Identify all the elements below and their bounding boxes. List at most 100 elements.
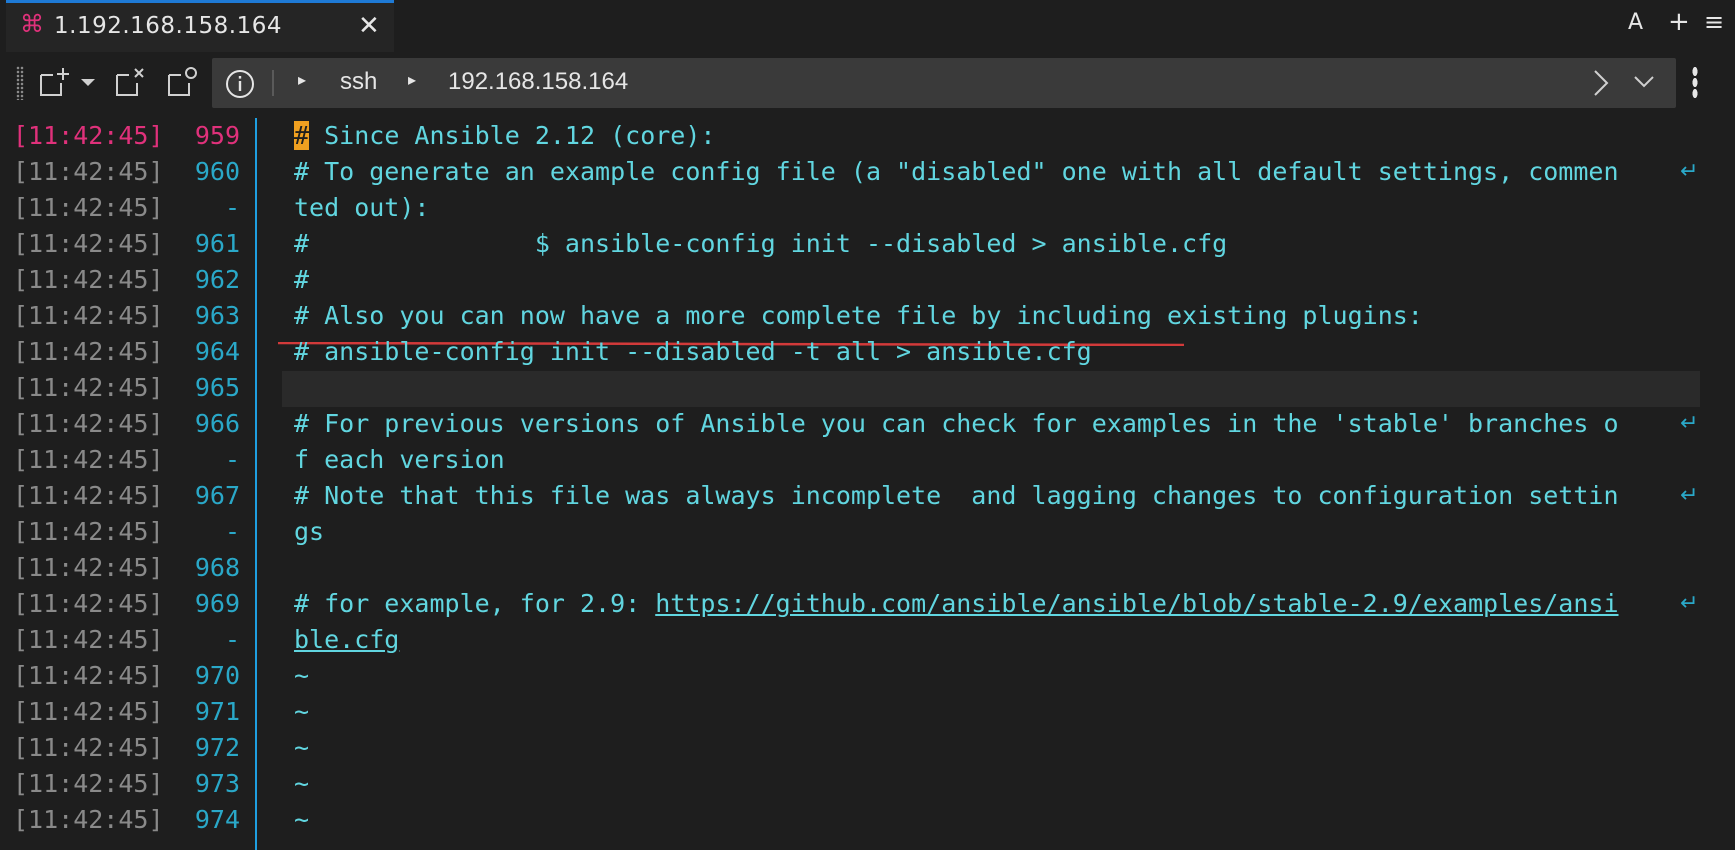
line-text: # Note that this file was always incompl… — [294, 478, 1619, 514]
terminal-output[interactable]: [11:42:45] 959 # Since Ansible 2.12 (core)… — [0, 118, 1735, 850]
terminal-line: [11:42:45] - f each version — [0, 442, 1735, 478]
address-bar[interactable]: ▸ ssh ▸ 192.168.158.164 — [212, 58, 1676, 108]
breadcrumb-arrow-icon: ▸ — [298, 70, 307, 89]
line-text: # For previous versions of Ansible you c… — [294, 406, 1619, 442]
terminal-line: [11:42:45] - ted out): — [0, 190, 1735, 226]
line-content: ~ — [294, 805, 310, 834]
timestamp: [11:42:45] — [13, 409, 164, 438]
tab-bar: ⌘ 1.192.168.158.164 ✕ A + ≡ — [0, 0, 1735, 52]
timestamp: [11:42:45] — [13, 517, 164, 546]
chevron-down-icon[interactable] — [1632, 72, 1656, 92]
terminal-line: [11:42:45] 959 # Since Ansible 2.12 (core)… — [0, 118, 1735, 154]
line-text: # Also you can now have a more complete … — [294, 298, 1423, 334]
terminal-cursor: # — [294, 121, 310, 150]
line-text: ~ — [294, 658, 309, 694]
line-number: 960 — [194, 157, 240, 186]
url-link[interactable]: ble.cfg — [294, 625, 399, 654]
line-text: ted out): — [294, 190, 429, 226]
line-content: # — [294, 265, 310, 294]
terminal-line: [11:42:45] - ble.cfg — [0, 622, 1735, 658]
terminal-line: [11:42:45] 972 ~ — [0, 730, 1735, 766]
line-text: gs — [294, 514, 324, 550]
terminal-line: [11:42:45] 962 # — [0, 262, 1735, 298]
line-content: # ansible-config init --disabled -t all … — [294, 337, 1092, 366]
tabs-menu-button[interactable]: ≡ — [1704, 8, 1724, 36]
timestamp: [11:42:45] — [13, 805, 164, 834]
terminal-line: [11:42:45] 969 # for example, for 2.9: htt… — [0, 586, 1735, 622]
line-content: ~ — [294, 661, 310, 690]
line-content: # For previous versions of Ansible you c… — [294, 409, 1619, 438]
timestamp: [11:42:45] — [13, 337, 164, 366]
line-number: - — [224, 193, 240, 222]
terminal-line: [11:42:45] 967 # Note that this file was a… — [0, 478, 1735, 514]
line-number: 971 — [194, 697, 240, 726]
drag-handle-icon[interactable] — [16, 66, 24, 100]
timestamp: [11:42:45] — [13, 697, 164, 726]
terminal-line: [11:42:45] 961 # $ ansible-config init --d… — [0, 226, 1735, 262]
line-number: 965 — [194, 373, 240, 402]
line-number: 968 — [194, 553, 240, 582]
line-number: 964 — [194, 337, 240, 366]
line-text: # ansible-config init --disabled -t all … — [294, 334, 1092, 370]
line-text: # To generate an example config file (a … — [294, 154, 1619, 190]
timestamp: [11:42:45] — [13, 301, 164, 330]
terminal-line: [11:42:45] 973 ~ — [0, 766, 1735, 802]
line-number: 963 — [194, 301, 240, 330]
session-tab[interactable]: ⌘ 1.192.168.158.164 ✕ — [6, 0, 394, 52]
line-number: 959 — [194, 121, 240, 150]
info-icon[interactable] — [224, 68, 256, 100]
line-number: 967 — [194, 481, 240, 510]
go-arrow-icon[interactable] — [1590, 68, 1612, 98]
toolbar: ▸ ssh ▸ 192.168.158.164 — [0, 52, 1735, 112]
line-content: ted out): — [294, 193, 430, 222]
line-wrap-icon: ↵ — [1680, 411, 1699, 436]
new-tab-button[interactable]: + — [1668, 7, 1690, 37]
more-options-icon[interactable] — [1692, 66, 1698, 98]
timestamp: [11:42:45] — [13, 229, 164, 258]
close-tab-icon[interactable]: ✕ — [358, 11, 380, 41]
breadcrumb-arrow-icon: ▸ — [408, 70, 417, 89]
terminal-line: [11:42:45] - gs — [0, 514, 1735, 550]
line-text: # $ ansible-config init --disabled > ans… — [294, 226, 1227, 262]
timestamp: [11:42:45] — [13, 589, 164, 618]
address-protocol[interactable]: ssh — [340, 68, 377, 96]
timestamp: [11:42:45] — [13, 481, 164, 510]
line-text: ble.cfg — [294, 622, 399, 658]
line-content: # Also you can now have a more complete … — [294, 301, 1423, 330]
line-number: 969 — [194, 589, 240, 618]
terminal-line: [11:42:45] 970 ~ — [0, 658, 1735, 694]
terminal-line: [11:42:45] 965 — [0, 370, 1735, 406]
line-content: gs — [294, 517, 325, 546]
terminal-line: [11:42:45] 966 # For previous versions of … — [0, 406, 1735, 442]
line-content: # Note that this file was always incompl… — [294, 481, 1619, 510]
line-wrap-icon: ↵ — [1680, 159, 1699, 184]
line-text: # Since Ansible 2.12 (core): — [294, 118, 715, 154]
close-session-icon[interactable] — [112, 64, 148, 100]
line-number: 961 — [194, 229, 240, 258]
line-content: # for example, for 2.9: — [294, 589, 656, 618]
chevron-down-icon[interactable] — [78, 64, 98, 100]
timestamp: [11:42:45] — [13, 661, 164, 690]
timestamp: [11:42:45] — [13, 193, 164, 222]
tab-title: 1.192.168.158.164 — [54, 13, 282, 39]
duplicate-session-icon[interactable] — [164, 64, 200, 100]
timestamp: [11:42:45] — [13, 553, 164, 582]
line-text: ~ — [294, 694, 309, 730]
line-text: # — [294, 262, 309, 298]
new-session-icon[interactable] — [36, 64, 72, 100]
timestamp: [11:42:45] — [13, 157, 164, 186]
timestamp: [11:42:45] — [13, 625, 164, 654]
line-number: - — [224, 625, 240, 654]
url-link[interactable]: https://github.com/ansible/ansible/blob/… — [655, 589, 1618, 618]
terminal-line: [11:42:45] 964 # ansible-config init --dis… — [0, 334, 1735, 370]
address-host[interactable]: 192.168.158.164 — [448, 68, 628, 96]
line-content: # $ ansible-config init --disabled > ans… — [294, 229, 1228, 258]
address-separator — [272, 70, 274, 96]
font-button[interactable]: A — [1628, 10, 1643, 35]
terminal-line: [11:42:45] 971 ~ — [0, 694, 1735, 730]
line-text: ~ — [294, 730, 309, 766]
line-text: ~ — [294, 802, 309, 838]
line-number: - — [224, 517, 240, 546]
timestamp: [11:42:45] — [13, 733, 164, 762]
line-content: # To generate an example config file (a … — [294, 157, 1619, 186]
